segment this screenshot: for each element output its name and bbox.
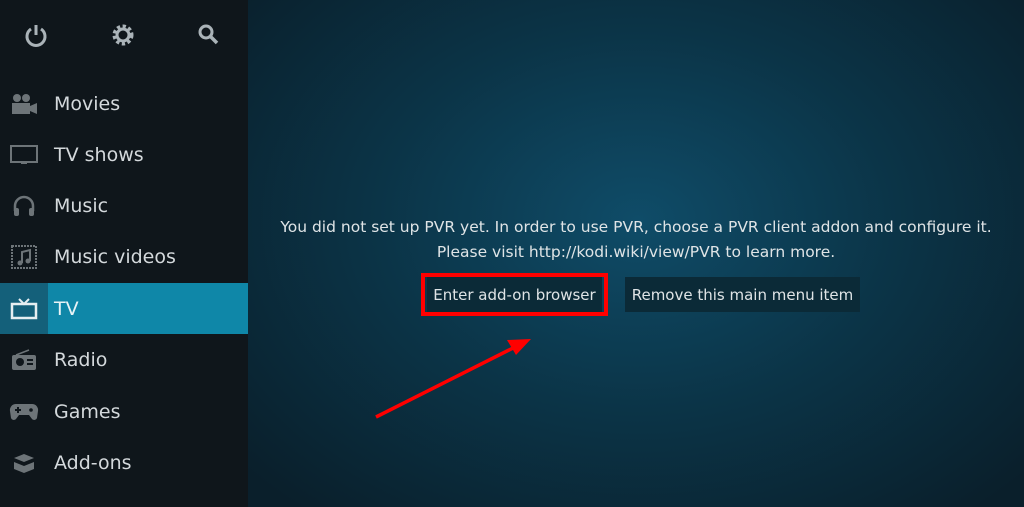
annotation-arrow	[375, 339, 531, 419]
